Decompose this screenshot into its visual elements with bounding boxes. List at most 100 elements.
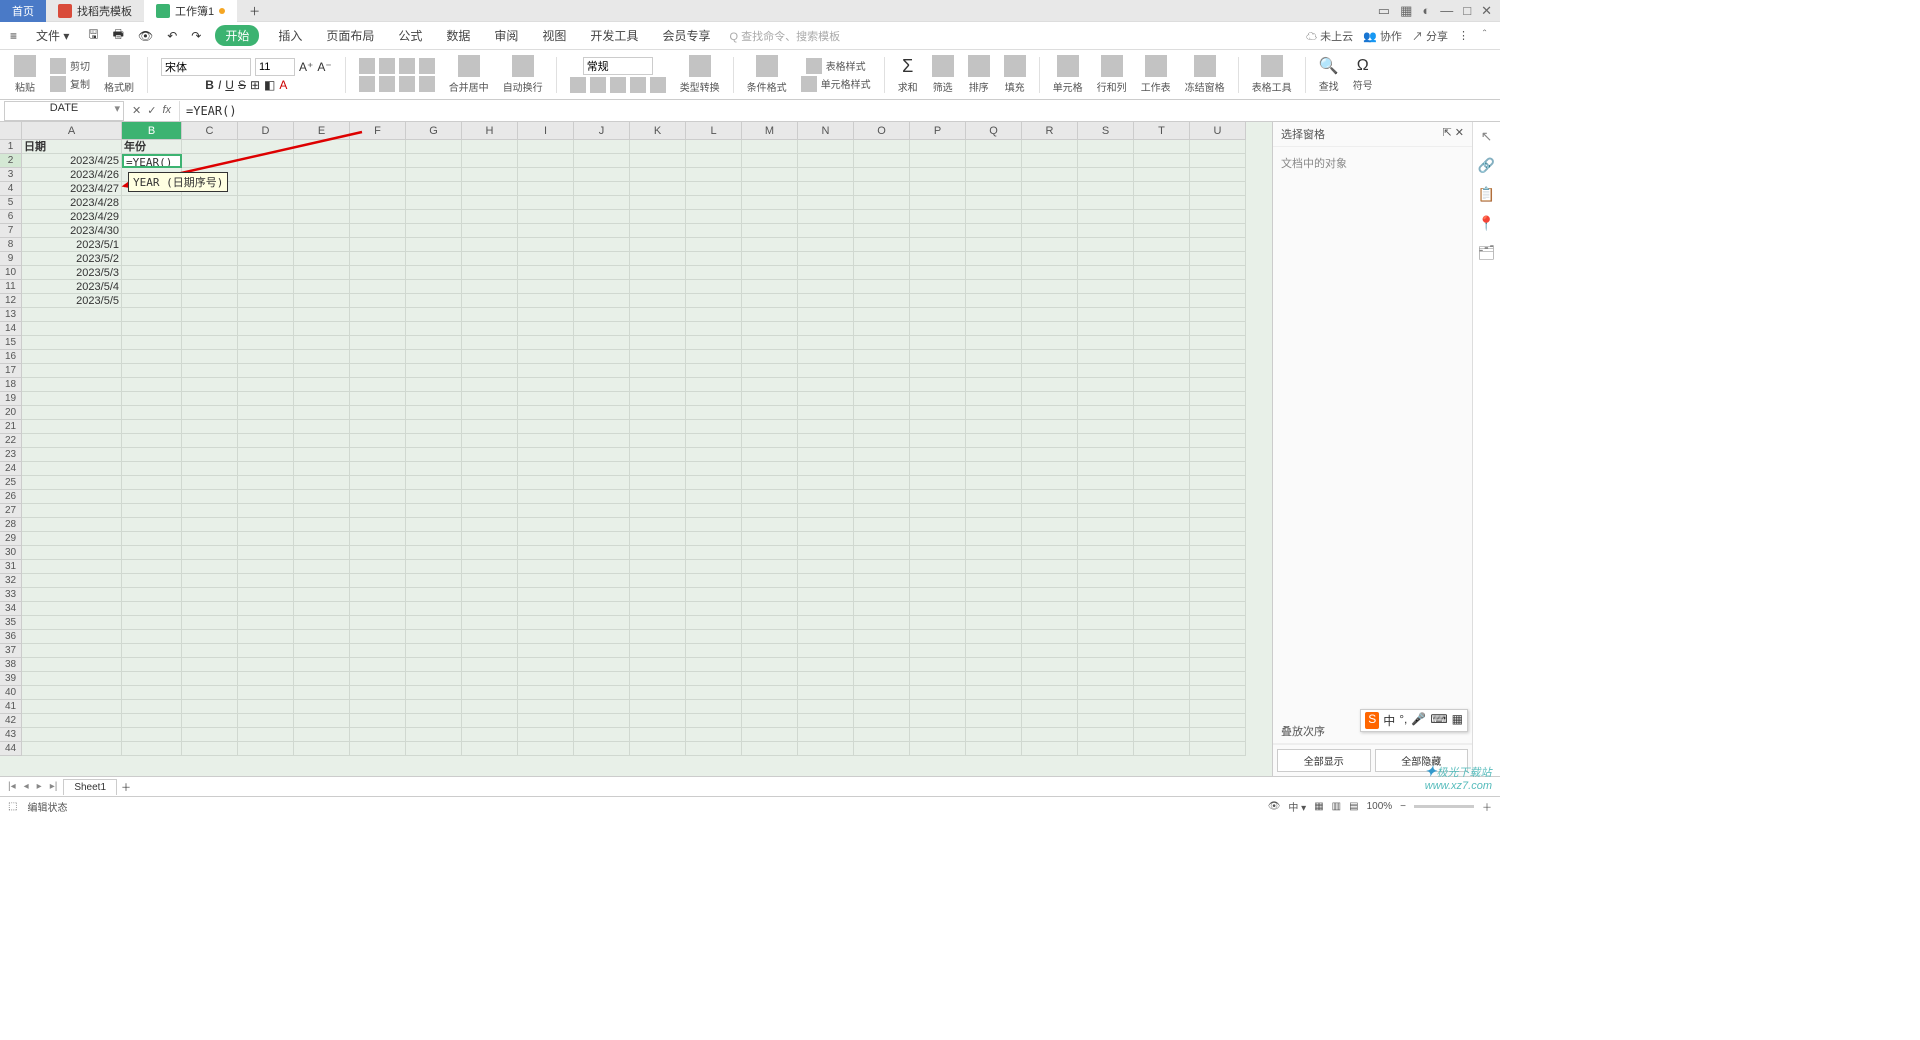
save-icon[interactable]: 🖫 xyxy=(88,25,98,46)
menu-dev[interactable]: 开发工具 xyxy=(585,24,643,47)
cell[interactable] xyxy=(686,196,742,210)
cell[interactable] xyxy=(574,504,630,518)
cell[interactable] xyxy=(182,280,238,294)
cell[interactable] xyxy=(518,294,574,308)
cell[interactable] xyxy=(238,434,294,448)
cell[interactable] xyxy=(182,224,238,238)
cell[interactable] xyxy=(686,742,742,756)
cell[interactable] xyxy=(1022,448,1078,462)
cell[interactable] xyxy=(294,490,350,504)
cell[interactable] xyxy=(122,546,182,560)
cell[interactable] xyxy=(518,560,574,574)
cell[interactable] xyxy=(574,336,630,350)
cell[interactable] xyxy=(1134,462,1190,476)
cell[interactable] xyxy=(910,658,966,672)
cell[interactable] xyxy=(518,434,574,448)
row-header[interactable]: 25 xyxy=(0,476,22,490)
cell[interactable] xyxy=(798,448,854,462)
cell[interactable] xyxy=(630,546,686,560)
cell[interactable] xyxy=(122,476,182,490)
cell[interactable] xyxy=(686,182,742,196)
cell[interactable] xyxy=(238,644,294,658)
cell[interactable] xyxy=(910,588,966,602)
cell[interactable] xyxy=(122,504,182,518)
cell[interactable] xyxy=(406,714,462,728)
cell[interactable] xyxy=(1190,224,1246,238)
cell[interactable] xyxy=(462,266,518,280)
cell[interactable] xyxy=(406,392,462,406)
cell[interactable] xyxy=(294,518,350,532)
cell[interactable] xyxy=(1134,658,1190,672)
cell[interactable] xyxy=(238,658,294,672)
cell[interactable] xyxy=(350,714,406,728)
sheet-last-icon[interactable]: ▸| xyxy=(48,781,60,792)
cell[interactable] xyxy=(294,504,350,518)
cell[interactable] xyxy=(406,448,462,462)
cell[interactable] xyxy=(966,322,1022,336)
cell[interactable] xyxy=(1078,420,1134,434)
cell[interactable] xyxy=(518,392,574,406)
grid-icon[interactable]: ▦ xyxy=(1400,3,1412,19)
cell[interactable] xyxy=(294,728,350,742)
cell[interactable] xyxy=(1190,308,1246,322)
cell[interactable] xyxy=(518,154,574,168)
cell[interactable] xyxy=(350,574,406,588)
cell[interactable] xyxy=(966,672,1022,686)
zoom-value[interactable]: 100% xyxy=(1367,801,1393,812)
cell[interactable] xyxy=(742,518,798,532)
align-center-icon[interactable] xyxy=(379,76,395,92)
cell[interactable] xyxy=(966,364,1022,378)
cell[interactable] xyxy=(294,322,350,336)
dec-inc-icon[interactable] xyxy=(630,77,646,93)
italic-icon[interactable]: I xyxy=(218,78,221,92)
cell[interactable] xyxy=(22,490,122,504)
cell[interactable] xyxy=(1078,210,1134,224)
cell[interactable] xyxy=(1078,392,1134,406)
cell[interactable] xyxy=(854,322,910,336)
cell[interactable] xyxy=(966,462,1022,476)
cell[interactable] xyxy=(182,518,238,532)
cell[interactable] xyxy=(686,616,742,630)
cell[interactable] xyxy=(910,504,966,518)
cell[interactable] xyxy=(630,672,686,686)
search-box[interactable]: Q 查找命令、搜索模板 xyxy=(729,28,840,44)
cell[interactable] xyxy=(910,462,966,476)
cell[interactable] xyxy=(182,238,238,252)
row-header[interactable]: 13 xyxy=(0,308,22,322)
cell[interactable] xyxy=(854,154,910,168)
cell[interactable] xyxy=(742,728,798,742)
cell[interactable] xyxy=(1134,308,1190,322)
cell[interactable] xyxy=(798,504,854,518)
cell[interactable] xyxy=(742,406,798,420)
cell[interactable] xyxy=(238,602,294,616)
tab-add[interactable]: ＋ xyxy=(237,0,272,22)
ime-punct-icon[interactable]: °, xyxy=(1399,712,1407,729)
cell[interactable] xyxy=(966,378,1022,392)
cell[interactable] xyxy=(406,350,462,364)
redo-icon[interactable]: ↷ xyxy=(191,29,201,43)
cell[interactable] xyxy=(686,728,742,742)
row-header[interactable]: 21 xyxy=(0,420,22,434)
cell[interactable] xyxy=(1190,168,1246,182)
cell[interactable] xyxy=(854,602,910,616)
cell[interactable] xyxy=(854,574,910,588)
cell[interactable] xyxy=(966,434,1022,448)
cell[interactable] xyxy=(910,252,966,266)
cell[interactable] xyxy=(686,280,742,294)
cell[interactable] xyxy=(798,728,854,742)
cell[interactable] xyxy=(350,630,406,644)
cell[interactable] xyxy=(182,392,238,406)
cell[interactable] xyxy=(1190,644,1246,658)
cell[interactable] xyxy=(406,364,462,378)
cell[interactable] xyxy=(966,490,1022,504)
cell[interactable] xyxy=(238,588,294,602)
cell[interactable] xyxy=(1022,630,1078,644)
cell[interactable] xyxy=(574,434,630,448)
cell[interactable] xyxy=(910,518,966,532)
cell[interactable] xyxy=(686,350,742,364)
ime-lang[interactable]: 中 xyxy=(1383,712,1395,729)
cell[interactable] xyxy=(22,532,122,546)
cell[interactable] xyxy=(1134,140,1190,154)
cell[interactable] xyxy=(854,420,910,434)
cell[interactable] xyxy=(1022,532,1078,546)
